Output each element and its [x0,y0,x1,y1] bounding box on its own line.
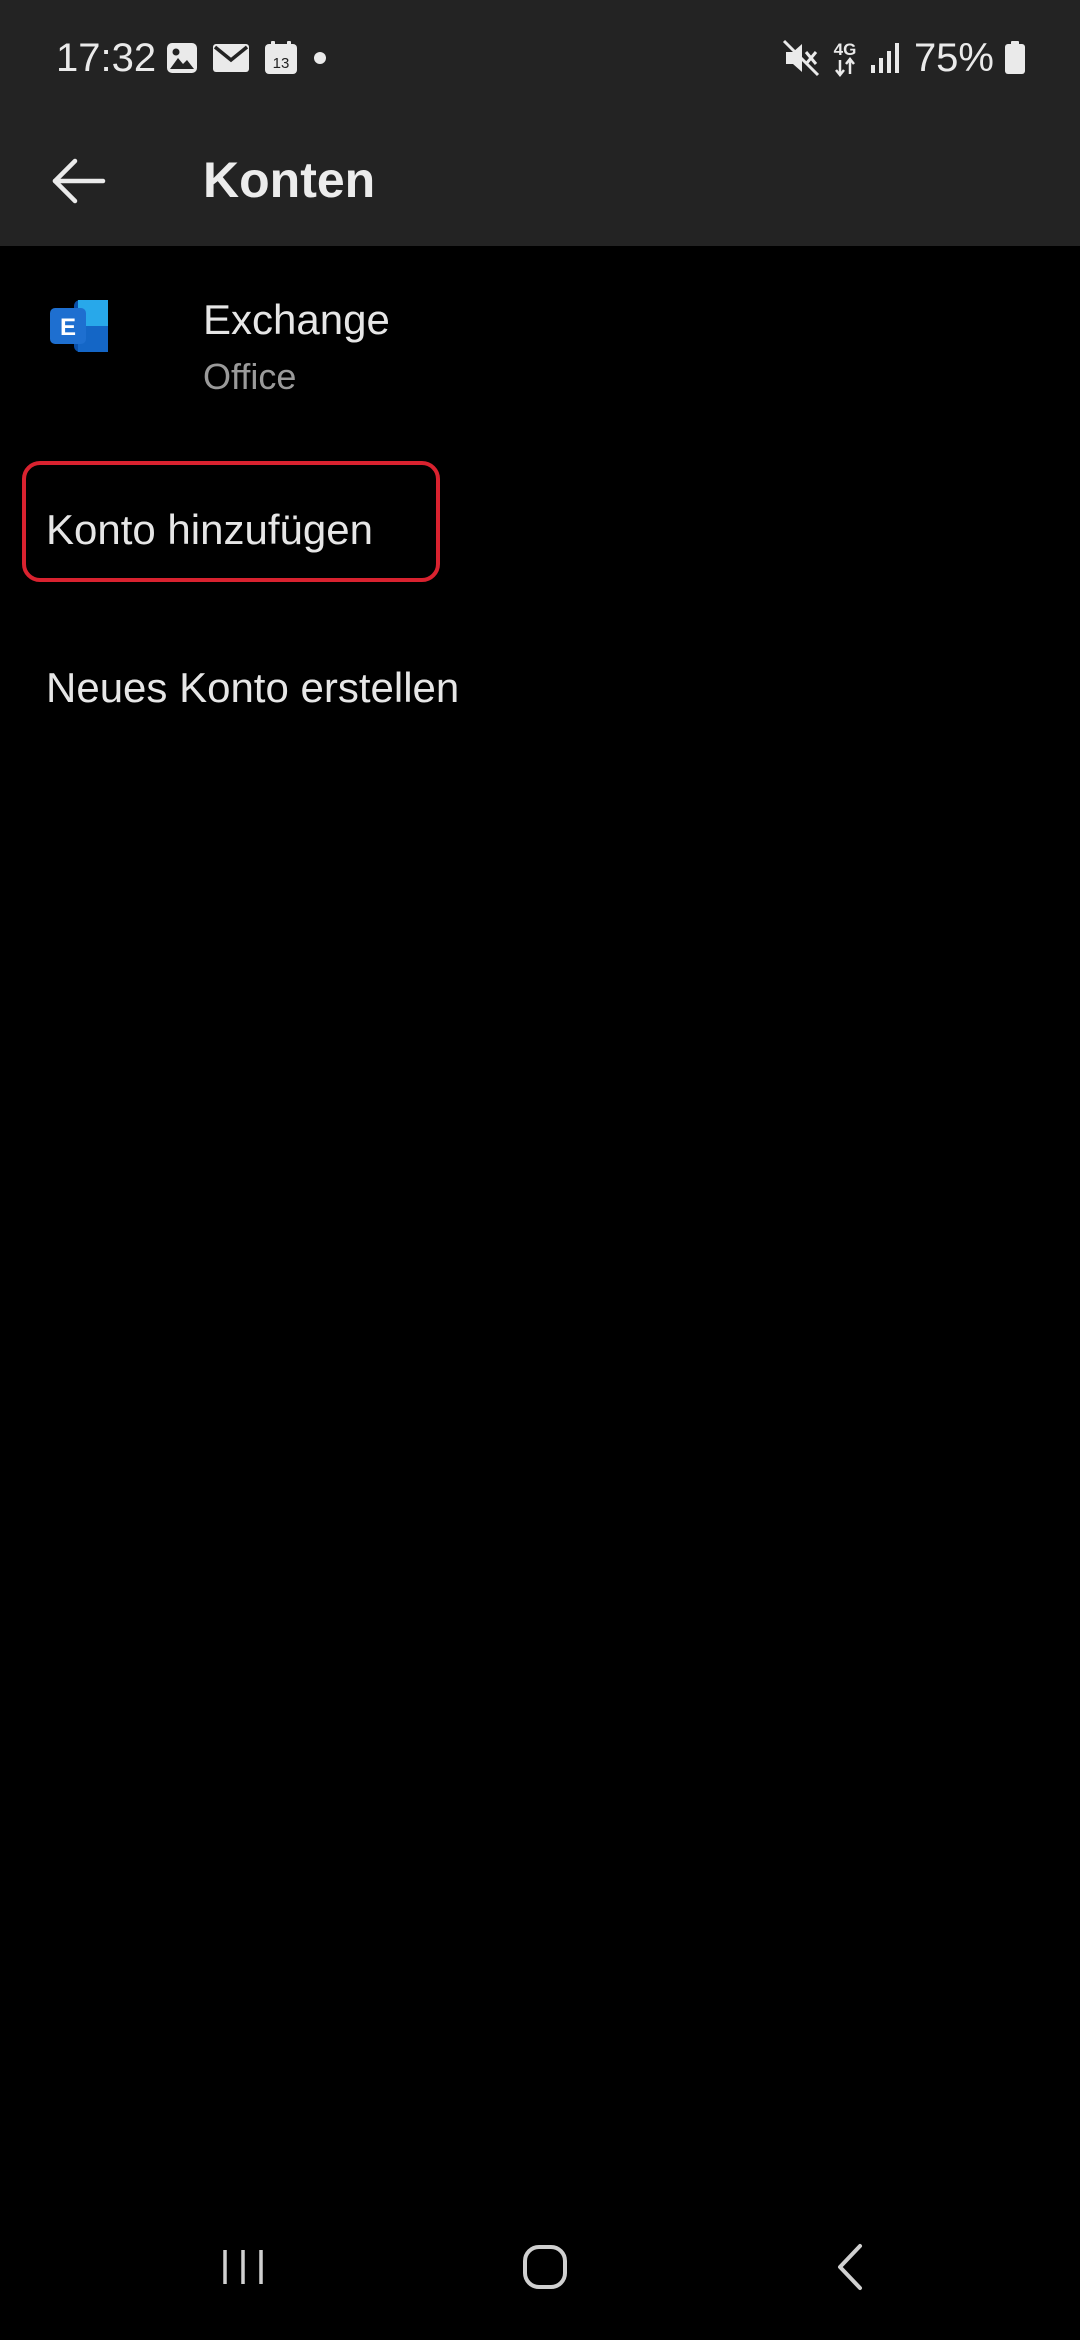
status-bar: 17:32 13 4G 75% [0,0,1080,112]
arrow-left-icon [52,158,106,204]
status-icons-left: 13 [166,38,342,78]
page-title: Konten [203,152,376,208]
network-type-text: 4G [834,40,857,59]
top-area: 17:32 13 4G 75% Konten [0,0,1080,246]
calendar-icon: 13 [264,41,298,75]
back-icon [838,2244,862,2290]
exchange-icon-letter: E [60,314,76,341]
battery-percent: 75% [913,35,994,80]
app-bar: Konten [0,112,1080,246]
battery-icon [1004,41,1026,75]
recents-icon [223,2250,263,2284]
exchange-icon: E [48,296,110,356]
screen: 17:32 13 4G 75% Konten E Exchange Office… [0,0,1080,2340]
account-type: Office [203,356,297,397]
calendar-day-text: 13 [273,55,290,72]
account-name: Exchange [203,296,390,343]
image-icon [166,42,198,74]
account-item-exchange[interactable]: E Exchange Office [0,272,1080,422]
mail-icon [212,43,250,73]
nav-bar [0,2200,1080,2340]
status-time: 17:32 [56,36,157,80]
status-icons-right: 4G 75% [772,32,1026,84]
add-account-button[interactable]: Konto hinzufügen [46,500,373,560]
system-back-button[interactable] [800,2222,900,2312]
recents-button[interactable] [193,2222,293,2312]
mute-icon [782,39,820,77]
network-4g-icon: 4G [830,38,860,78]
signal-icon [870,42,900,74]
home-icon [523,2245,567,2289]
dot-icon [312,50,328,66]
back-button[interactable] [34,136,124,226]
home-button[interactable] [495,2222,595,2312]
create-account-button[interactable]: Neues Konto erstellen [46,658,459,718]
